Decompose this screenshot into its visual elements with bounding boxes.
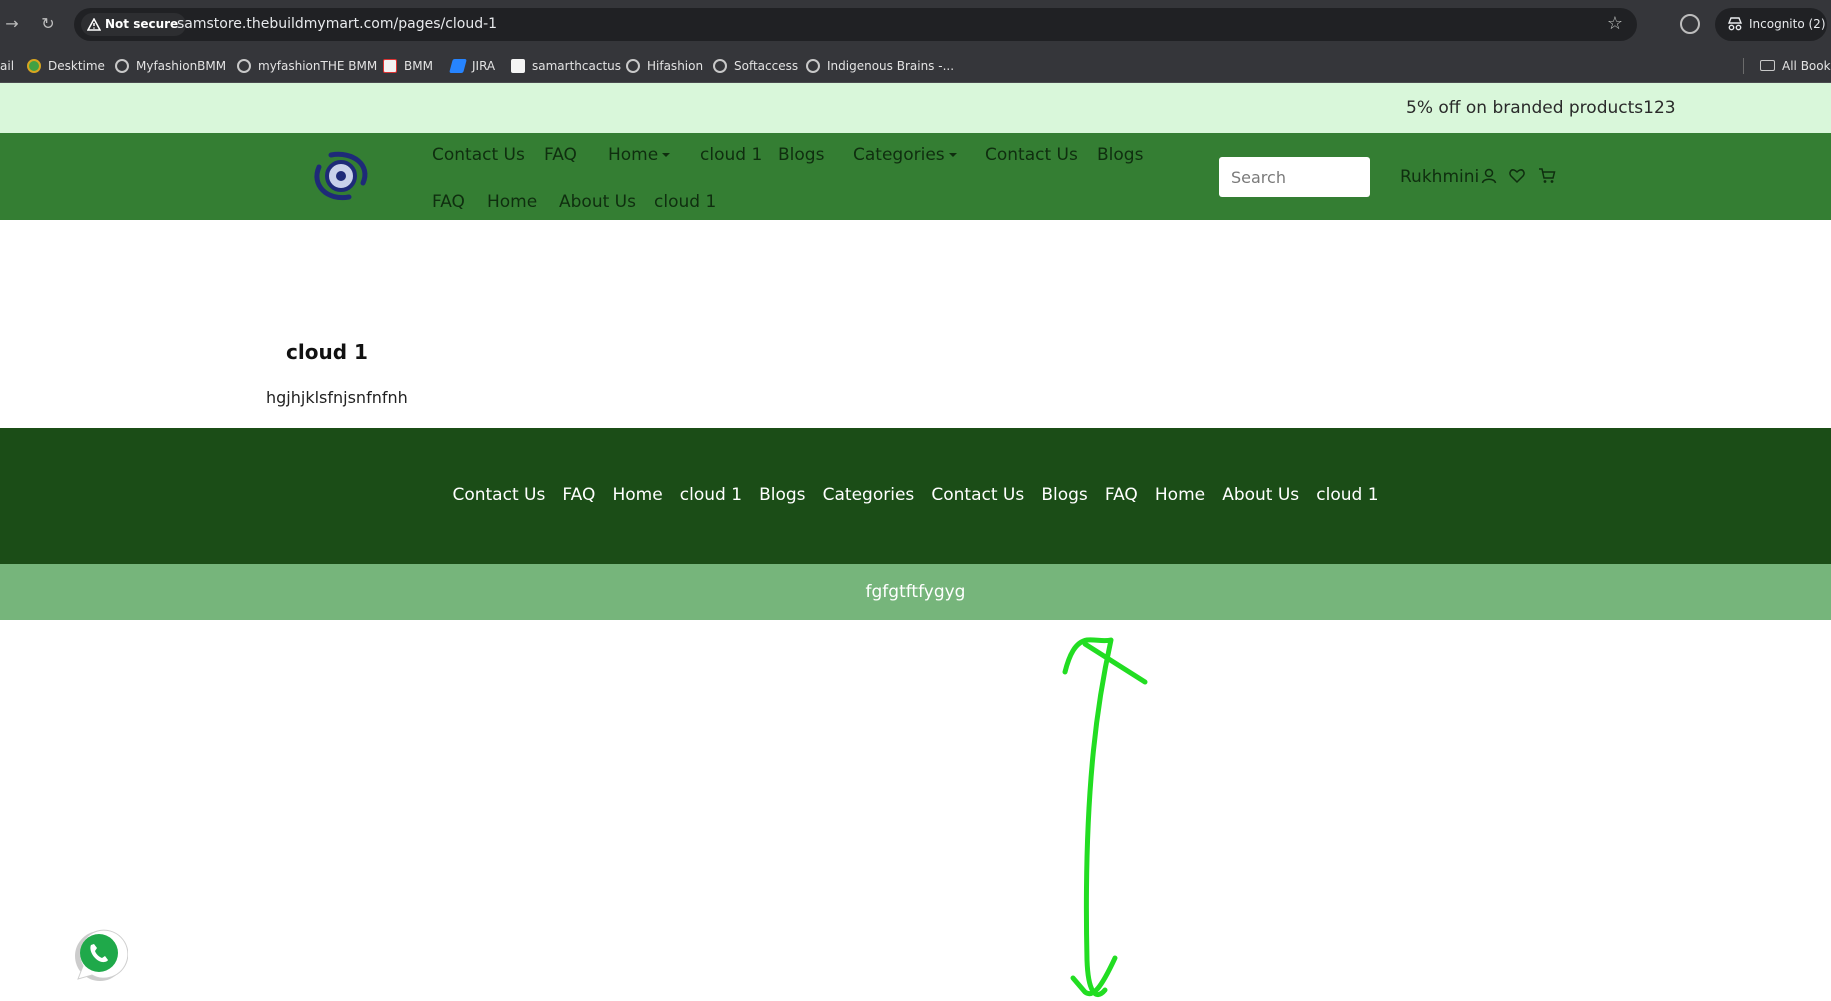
promo-banner: 5% off on branded products123 bbox=[0, 83, 1831, 133]
footer-link-home[interactable]: Home bbox=[1155, 483, 1205, 507]
sub-footer-text: fgfgtftfygyg bbox=[865, 582, 966, 602]
url-text[interactable]: samstore.thebuildmymart.com/pages/cloud-… bbox=[177, 8, 497, 41]
desktime-icon bbox=[27, 59, 41, 73]
globe-icon bbox=[713, 59, 727, 73]
caret-down-icon bbox=[662, 153, 671, 157]
globe-icon bbox=[626, 59, 640, 73]
bookmark-label: Indigenous Brains -... bbox=[827, 59, 955, 73]
bmm-icon bbox=[383, 59, 397, 73]
reload-icon[interactable]: ↻ bbox=[38, 14, 58, 34]
extension-icon[interactable] bbox=[1680, 14, 1700, 34]
forward-icon[interactable]: → bbox=[2, 14, 22, 34]
footer-link-categories[interactable]: Categories bbox=[823, 483, 915, 507]
incognito-icon bbox=[1727, 17, 1743, 31]
user-name[interactable]: Rukhmini bbox=[1400, 166, 1479, 188]
bookmark-label: samarthcactus bbox=[532, 59, 622, 73]
all-bookmarks-button[interactable]: All Bookn bbox=[1760, 49, 1831, 83]
all-bookmarks-label: All Bookn bbox=[1782, 59, 1831, 73]
nav-blogs[interactable]: Blogs bbox=[1097, 144, 1143, 166]
sub-footer: fgfgtftfygyg bbox=[0, 564, 1831, 620]
footer-link-blogs[interactable]: Blogs bbox=[1041, 483, 1087, 507]
bookmark-item[interactable]: myfashionTHE BMM bbox=[237, 49, 377, 83]
footer-link-contact-us[interactable]: Contact Us bbox=[931, 483, 1024, 507]
nav-cloud-1[interactable]: cloud 1 bbox=[654, 191, 716, 213]
nav-faq[interactable]: FAQ bbox=[432, 191, 465, 213]
warning-icon bbox=[87, 18, 101, 31]
address-bar[interactable]: Not secure samstore.thebuildmymart.com/p… bbox=[74, 8, 1637, 41]
jira-icon bbox=[449, 59, 467, 73]
not-secure-badge[interactable]: Not secure bbox=[81, 13, 187, 36]
browser-toolbar: → ↻ Not secure samstore.thebuildmymart.c… bbox=[0, 0, 1831, 49]
nav-home-dropdown[interactable]: Home bbox=[608, 144, 671, 166]
caret-down-icon bbox=[948, 153, 957, 157]
nav-contact-us[interactable]: Contact Us bbox=[432, 144, 525, 166]
incognito-button[interactable]: Incognito (2) bbox=[1715, 8, 1827, 41]
nav-blogs[interactable]: Blogs bbox=[778, 144, 824, 166]
bookmark-item[interactable]: Softaccess bbox=[713, 49, 798, 83]
nav-categories-label: Categories bbox=[853, 145, 945, 165]
cart-icon[interactable] bbox=[1538, 167, 1556, 185]
bookmark-label: Hifashion bbox=[647, 59, 704, 73]
nav-categories-dropdown[interactable]: Categories bbox=[853, 144, 957, 166]
bookmark-label: ail bbox=[0, 59, 15, 73]
nav-home-label: Home bbox=[608, 145, 659, 165]
not-secure-label: Not secure bbox=[105, 17, 179, 31]
bookmark-item[interactable]: Desktime bbox=[27, 49, 105, 83]
page-body-text: hgjhjklsfnjsnfnfnh bbox=[266, 388, 408, 407]
site-logo[interactable] bbox=[309, 147, 373, 205]
cactus-icon bbox=[511, 59, 525, 73]
footer-link-blogs[interactable]: Blogs bbox=[759, 483, 805, 507]
bookmark-label: JIRA bbox=[472, 59, 496, 73]
footer-link-about-us[interactable]: About Us bbox=[1222, 483, 1299, 507]
footer-link-contact-us[interactable]: Contact Us bbox=[452, 483, 545, 507]
bookmark-item[interactable]: MyfashionBMM bbox=[115, 49, 226, 83]
bookmark-item[interactable]: Hifashion bbox=[626, 49, 703, 83]
nav-cloud-1[interactable]: cloud 1 bbox=[700, 144, 762, 166]
search-input[interactable] bbox=[1219, 157, 1370, 197]
user-icon[interactable] bbox=[1480, 167, 1498, 185]
promo-text: 5% off on branded products123 bbox=[1406, 98, 1676, 118]
globe-icon bbox=[237, 59, 251, 73]
bookmark-item[interactable]: BMM bbox=[383, 49, 433, 83]
folder-icon bbox=[1760, 60, 1775, 71]
bookmark-item[interactable]: ail bbox=[0, 49, 14, 83]
footer-link-home[interactable]: Home bbox=[612, 483, 662, 507]
globe-icon bbox=[806, 59, 820, 73]
heart-icon[interactable] bbox=[1508, 167, 1526, 185]
site-footer: Contact Us FAQ Home cloud 1 Blogs Catego… bbox=[0, 428, 1831, 564]
bookmarks-divider bbox=[1743, 58, 1744, 74]
footer-link-faq[interactable]: FAQ bbox=[562, 483, 595, 507]
page-title: cloud 1 bbox=[286, 340, 368, 364]
footer-link-faq[interactable]: FAQ bbox=[1105, 483, 1138, 507]
site-header: Contact Us FAQ Home cloud 1 Blogs Catego… bbox=[0, 133, 1831, 220]
nav-about-us[interactable]: About Us bbox=[559, 191, 636, 213]
bookmark-item[interactable]: samarthcactus bbox=[511, 49, 621, 83]
bookmark-label: Softaccess bbox=[734, 59, 799, 73]
footer-link-cloud-1[interactable]: cloud 1 bbox=[1316, 483, 1378, 507]
footer-link-cloud-1[interactable]: cloud 1 bbox=[680, 483, 742, 507]
bookmark-star-icon[interactable]: ☆ bbox=[1607, 14, 1623, 34]
incognito-label: Incognito (2) bbox=[1749, 17, 1826, 31]
bookmark-item[interactable]: JIRA bbox=[449, 49, 496, 83]
annotation-double-arrow bbox=[1062, 637, 1148, 998]
bookmark-label: MyfashionBMM bbox=[136, 59, 227, 73]
nav-faq[interactable]: FAQ bbox=[544, 144, 577, 166]
bookmark-label: Desktime bbox=[48, 59, 105, 73]
nav-contact-us[interactable]: Contact Us bbox=[985, 144, 1078, 166]
whatsapp-icon[interactable] bbox=[70, 925, 128, 983]
nav-home[interactable]: Home bbox=[487, 191, 537, 213]
globe-icon bbox=[115, 59, 129, 73]
footer-nav: Contact Us FAQ Home cloud 1 Blogs Catego… bbox=[0, 483, 1831, 507]
bookmark-label: BMM bbox=[404, 59, 433, 73]
bookmark-label: myfashionTHE BMM bbox=[258, 59, 378, 73]
bookmarks-bar: ail Desktime MyfashionBMM myfashionTHE B… bbox=[0, 49, 1831, 83]
bookmark-item[interactable]: Indigenous Brains -... bbox=[806, 49, 954, 83]
